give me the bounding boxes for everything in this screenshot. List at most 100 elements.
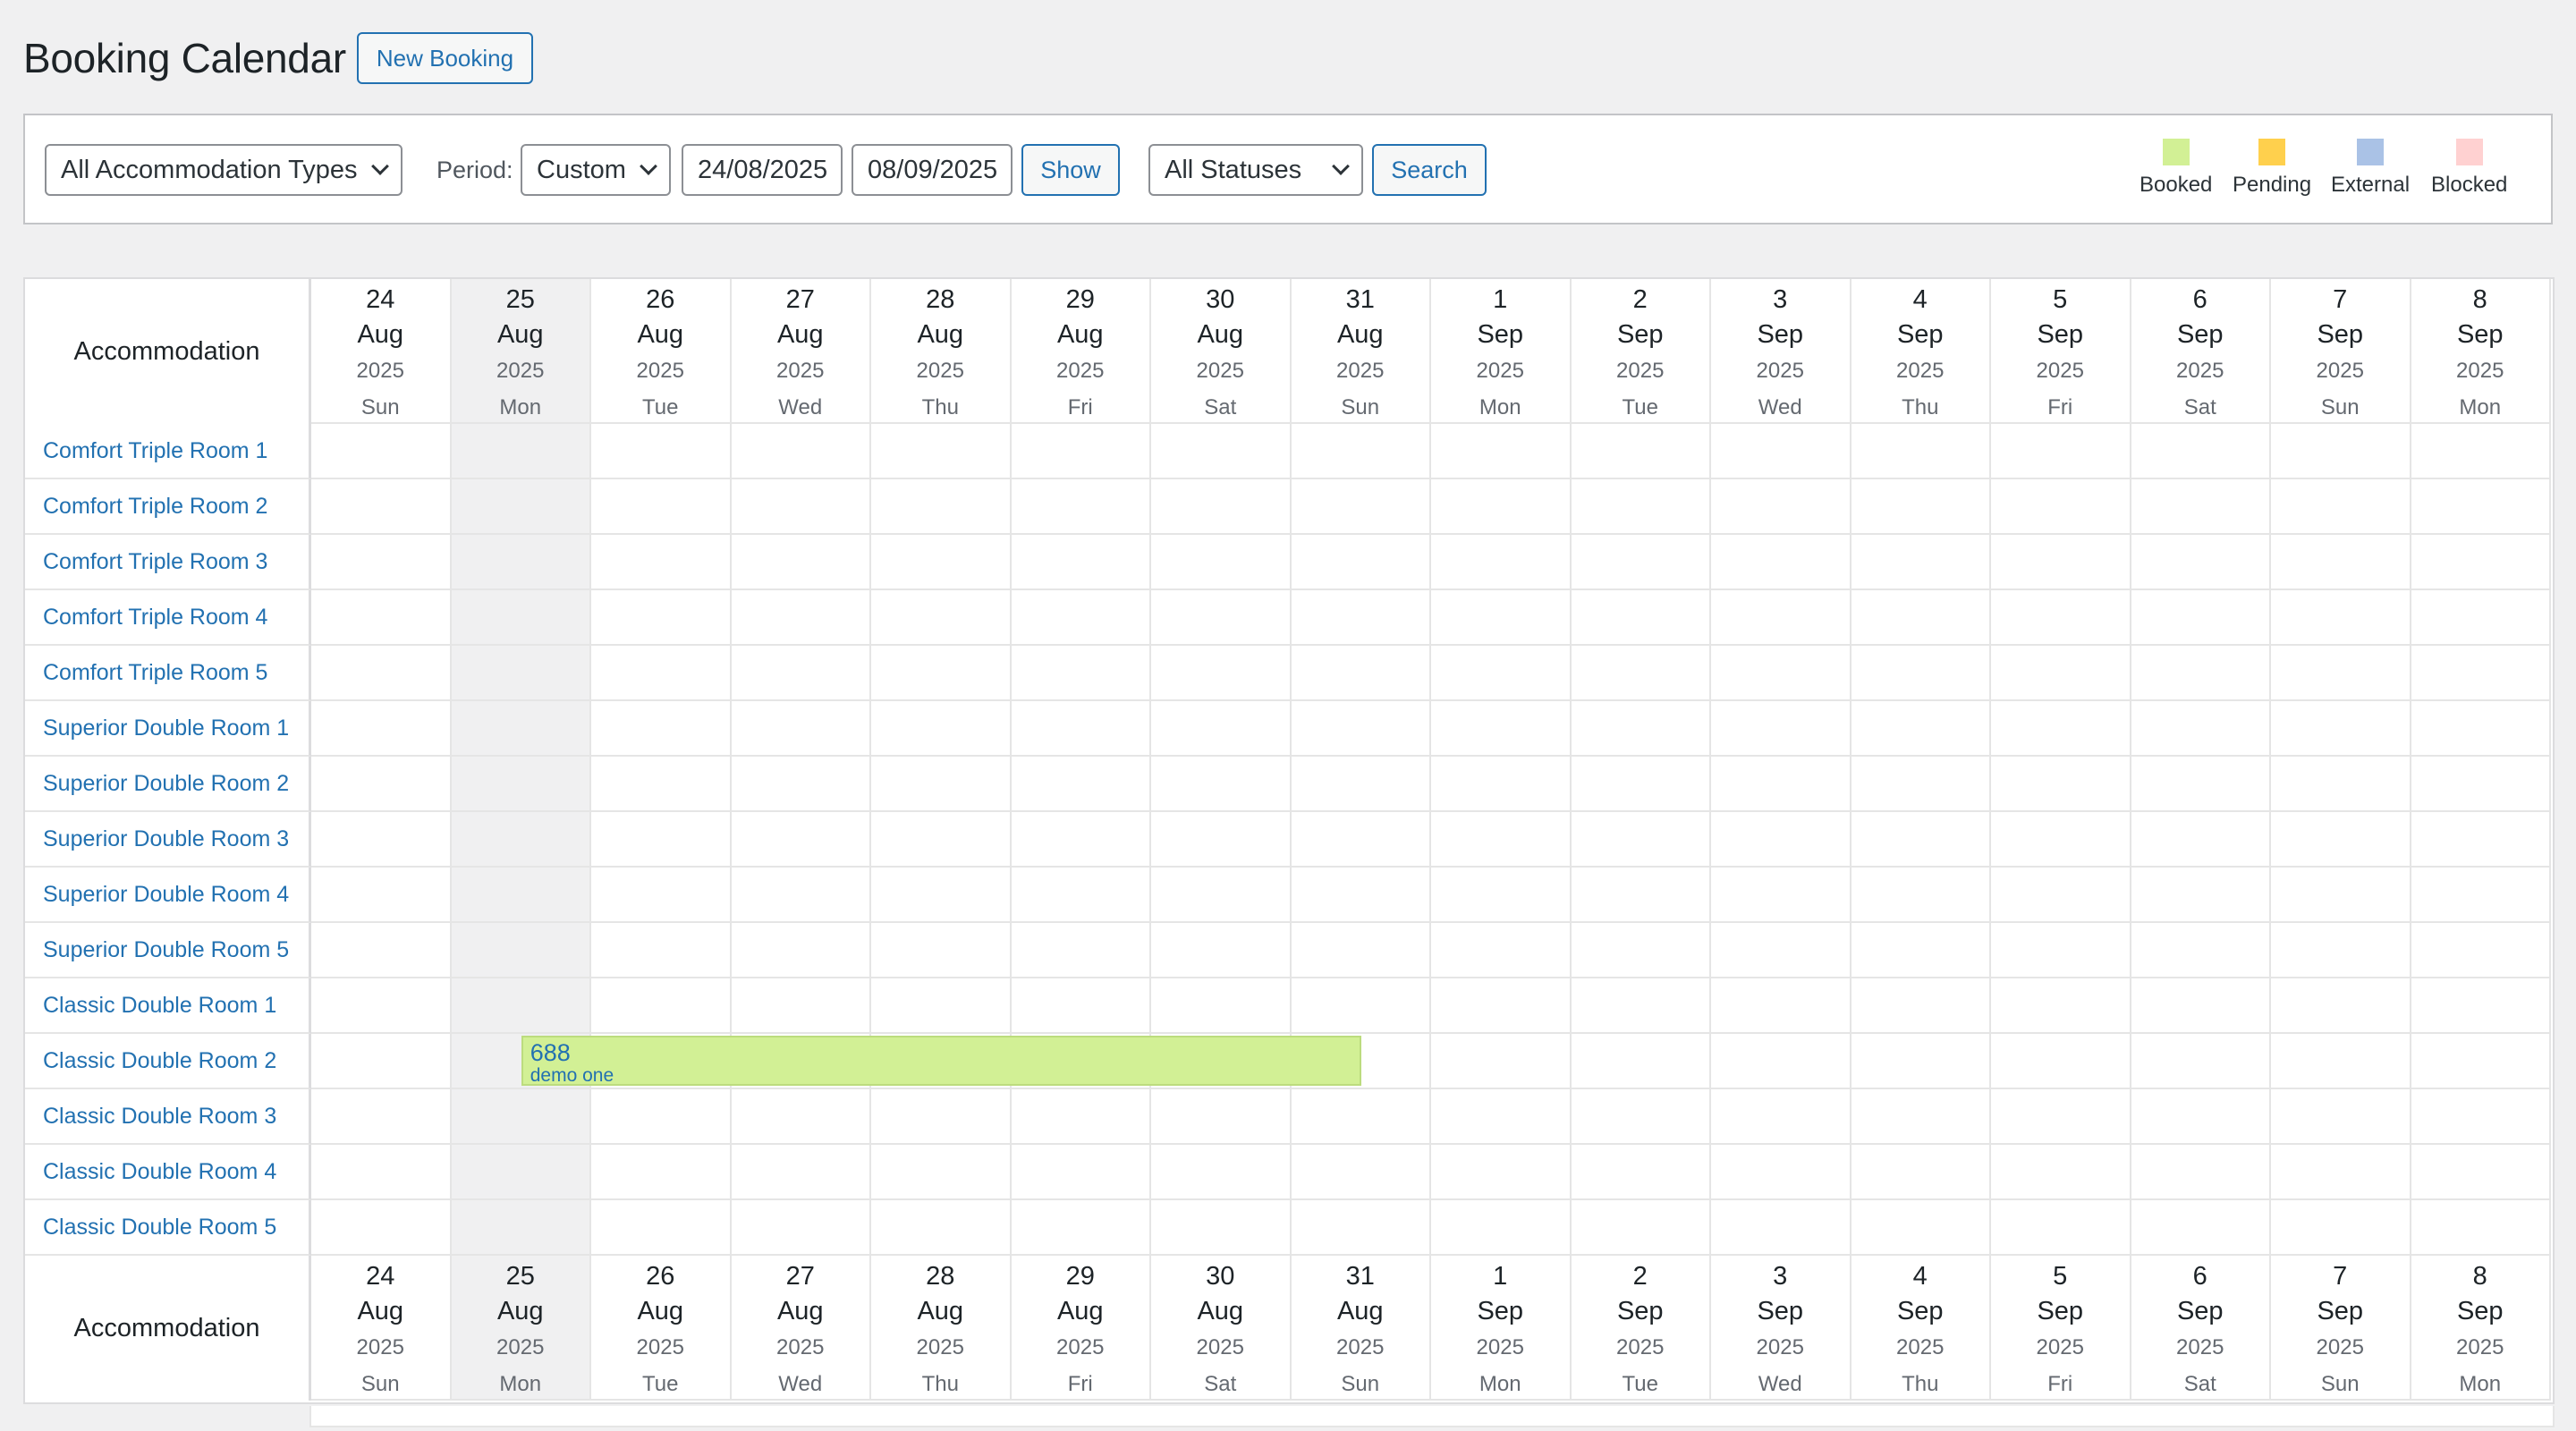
calendar-cell[interactable] <box>731 424 871 479</box>
calendar-cell[interactable] <box>451 978 591 1034</box>
calendar-cell[interactable] <box>1571 424 1711 479</box>
calendar-cell[interactable] <box>2271 812 2411 868</box>
calendar-cell[interactable] <box>2271 868 2411 923</box>
calendar-cell[interactable] <box>731 1200 871 1256</box>
room-link[interactable]: Superior Double Room 3 <box>25 812 311 868</box>
calendar-cell[interactable] <box>731 646 871 701</box>
calendar-cell[interactable] <box>1851 590 1991 646</box>
calendar-cell[interactable] <box>451 646 591 701</box>
calendar-cell[interactable] <box>1711 1200 1852 1256</box>
calendar-cell[interactable] <box>1011 479 1151 535</box>
calendar-cell[interactable] <box>1851 646 1991 701</box>
calendar-cell[interactable] <box>451 701 591 757</box>
calendar-cell[interactable] <box>1291 1089 1431 1145</box>
calendar-cell[interactable] <box>1851 1034 1991 1089</box>
calendar-cell[interactable] <box>2271 479 2411 535</box>
calendar-cell[interactable] <box>1711 646 1852 701</box>
calendar-cell[interactable] <box>311 1089 452 1145</box>
calendar-cell[interactable] <box>1571 479 1711 535</box>
calendar-cell[interactable] <box>311 479 452 535</box>
calendar-cell[interactable] <box>1571 1034 1711 1089</box>
calendar-cell[interactable] <box>1151 923 1292 978</box>
calendar-cell[interactable] <box>591 812 732 868</box>
calendar-cell[interactable] <box>871 757 1012 812</box>
calendar-cell[interactable] <box>311 1145 452 1200</box>
calendar-cell[interactable] <box>591 757 732 812</box>
calendar-cell[interactable] <box>451 812 591 868</box>
calendar-cell[interactable] <box>871 479 1012 535</box>
calendar-cell[interactable] <box>1711 812 1852 868</box>
calendar-cell[interactable] <box>2411 978 2551 1034</box>
calendar-cell[interactable] <box>311 590 452 646</box>
calendar-cell[interactable] <box>591 1200 732 1256</box>
calendar-cell[interactable] <box>311 978 452 1034</box>
accommodation-type-select[interactable]: All Accommodation Types <box>45 144 402 196</box>
calendar-cell[interactable] <box>1851 1145 1991 1200</box>
calendar-cell[interactable] <box>1851 812 1991 868</box>
calendar-cell[interactable] <box>1571 812 1711 868</box>
calendar-cell[interactable] <box>591 646 732 701</box>
booking-bar[interactable]: 688 demo one <box>521 1036 1361 1086</box>
calendar-cell[interactable] <box>2131 757 2271 812</box>
room-link[interactable]: Classic Double Room 5 <box>25 1200 311 1256</box>
room-link[interactable]: Comfort Triple Room 4 <box>25 590 311 646</box>
calendar-cell[interactable] <box>1571 1145 1711 1200</box>
calendar-cell[interactable] <box>1711 479 1852 535</box>
calendar-cell[interactable] <box>2411 812 2551 868</box>
calendar-cell[interactable] <box>1851 479 1991 535</box>
period-select[interactable]: Custom <box>521 144 671 196</box>
calendar-cell[interactable] <box>2411 424 2551 479</box>
calendar-cell[interactable] <box>2411 1200 2551 1256</box>
calendar-cell[interactable] <box>1011 535 1151 590</box>
calendar-cell[interactable] <box>731 812 871 868</box>
calendar-cell[interactable] <box>1851 1089 1991 1145</box>
calendar-cell[interactable] <box>1431 812 1572 868</box>
calendar-cell[interactable] <box>1851 923 1991 978</box>
calendar-cell[interactable] <box>2131 1034 2271 1089</box>
calendar-cell[interactable] <box>871 1200 1012 1256</box>
calendar-cell[interactable] <box>2411 590 2551 646</box>
calendar-cell[interactable] <box>1431 868 1572 923</box>
calendar-cell[interactable] <box>451 479 591 535</box>
calendar-cell[interactable] <box>731 479 871 535</box>
calendar-cell[interactable] <box>451 590 591 646</box>
room-link[interactable]: Classic Double Room 1 <box>25 978 311 1034</box>
calendar-cell[interactable] <box>871 923 1012 978</box>
calendar-cell[interactable] <box>1711 1034 1852 1089</box>
calendar-cell[interactable] <box>591 535 732 590</box>
calendar-cell[interactable] <box>2131 1089 2271 1145</box>
calendar-cell[interactable] <box>1151 978 1292 1034</box>
calendar-cell[interactable] <box>1571 757 1711 812</box>
calendar-cell[interactable] <box>1151 701 1292 757</box>
room-link[interactable]: Classic Double Room 2 <box>25 1034 311 1089</box>
calendar-cell[interactable] <box>2411 757 2551 812</box>
calendar-cell[interactable] <box>591 923 732 978</box>
calendar-cell[interactable] <box>1991 1034 2131 1089</box>
calendar-cell[interactable] <box>1571 868 1711 923</box>
calendar-cell[interactable] <box>2271 535 2411 590</box>
calendar-cell[interactable] <box>1991 479 2131 535</box>
calendar-cell[interactable] <box>451 424 591 479</box>
calendar-cell[interactable] <box>311 868 452 923</box>
calendar-cell[interactable] <box>1571 646 1711 701</box>
calendar-cell[interactable] <box>871 535 1012 590</box>
calendar-cell[interactable] <box>1991 701 2131 757</box>
calendar-cell[interactable] <box>2271 424 2411 479</box>
calendar-cell[interactable] <box>451 1200 591 1256</box>
calendar-cell[interactable] <box>1711 1145 1852 1200</box>
room-link[interactable]: Superior Double Room 5 <box>25 923 311 978</box>
calendar-cell[interactable] <box>1431 590 1572 646</box>
calendar-cell[interactable] <box>1571 1200 1711 1256</box>
calendar-cell[interactable] <box>2411 1145 2551 1200</box>
status-select[interactable]: All Statuses <box>1148 144 1363 196</box>
calendar-cell[interactable] <box>2271 701 2411 757</box>
calendar-cell[interactable] <box>2131 424 2271 479</box>
calendar-cell[interactable] <box>1011 757 1151 812</box>
calendar-cell[interactable] <box>1291 1145 1431 1200</box>
calendar-cell[interactable] <box>1431 1200 1572 1256</box>
calendar-cell[interactable] <box>451 535 591 590</box>
calendar-cell[interactable] <box>1151 646 1292 701</box>
calendar-cell[interactable] <box>1151 1089 1292 1145</box>
calendar-cell[interactable] <box>1431 535 1572 590</box>
calendar-cell[interactable] <box>2411 923 2551 978</box>
